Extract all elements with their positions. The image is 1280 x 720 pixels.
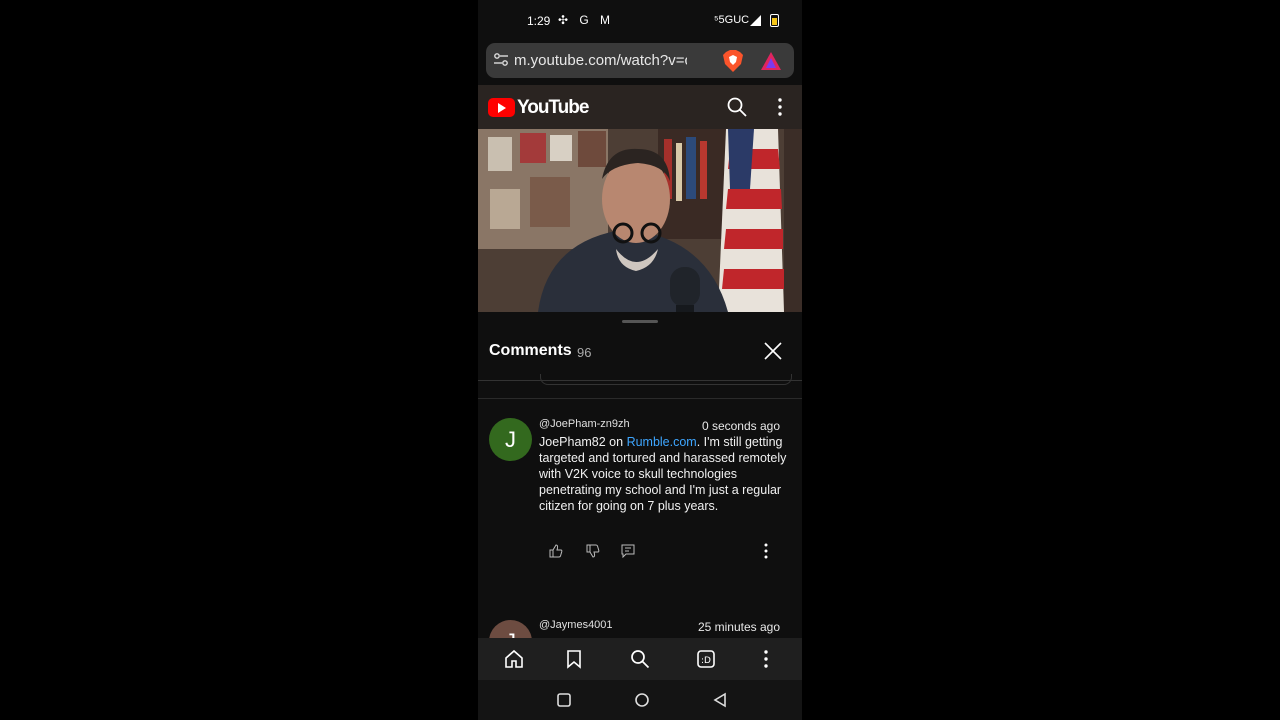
comment-item: J @JoePham-zn9zh 0 seconds ago JoePham82… [478,416,802,576]
battery-icon [770,14,779,27]
comment-text: JoePham82 on Rumble.com. I'm still getti… [539,434,787,514]
brave-shields-icon[interactable] [722,49,744,73]
recents-icon[interactable] [556,692,572,708]
url-text[interactable]: m.youtube.com/watch?v=cyHq [514,52,687,69]
comment-input-partial[interactable] [540,374,792,385]
brave-rewards-icon[interactable] [760,51,782,71]
dislike-icon[interactable] [586,544,600,558]
comment-item: J @Jaymes4001 25 minutes ago [478,618,802,663]
youtube-header: YouTube [478,85,802,129]
status-time: 1:29 [527,14,551,28]
comment-text-prefix: JoePham82 on [539,435,627,449]
back-icon[interactable] [712,692,728,708]
comments-panel: Comments 96 J @JoePham-zn9zh 0 seconds a… [478,312,802,663]
comments-count: 96 [577,345,592,360]
home-button-icon[interactable] [634,692,650,708]
avatar[interactable]: J [489,418,532,461]
panel-drag-handle[interactable] [622,320,658,323]
youtube-play-icon [488,98,515,117]
browser-toolbar: :D [478,638,802,680]
comment-author[interactable]: @JoePham-zn9zh [539,418,630,430]
comment-time: 25 minutes ago [697,620,780,634]
address-bar[interactable]: m.youtube.com/watch?v=cyHq [486,43,794,78]
comment-link[interactable]: Rumble.com [627,435,697,449]
site-settings-icon[interactable] [492,51,510,69]
comments-title: Comments [489,342,572,359]
tabs-icon[interactable]: :D [696,649,716,669]
youtube-wordmark: YouTube [517,97,589,118]
menu-icon[interactable] [756,649,776,669]
more-options-icon[interactable] [770,97,790,117]
svg-text::D: :D [701,656,711,666]
video-frame-illustration [478,129,802,312]
comment-author[interactable]: @Jaymes4001 [539,619,613,631]
search-icon[interactable] [727,97,747,117]
divider [478,398,802,399]
close-icon[interactable] [764,342,782,360]
phone-screen: 1:29 ✣ G M ⁵5GUC m.youtube.com/watch?v=c… [478,0,802,720]
video-player[interactable] [478,129,802,312]
signal-icon [750,15,761,26]
network-indicator: ⁵5GUC [714,14,750,26]
home-icon[interactable] [504,649,524,669]
notification-icons: ✣ G M [558,13,615,27]
reply-icon[interactable] [621,544,635,558]
bookmark-icon[interactable] [564,649,584,669]
status-bar: 1:29 ✣ G M ⁵5GUC [478,0,802,40]
search-icon[interactable] [630,649,650,669]
comment-time: 0 seconds ago [701,419,780,433]
system-navigation-bar [478,680,802,720]
comment-more-icon[interactable] [758,543,774,559]
like-icon[interactable] [549,544,563,558]
